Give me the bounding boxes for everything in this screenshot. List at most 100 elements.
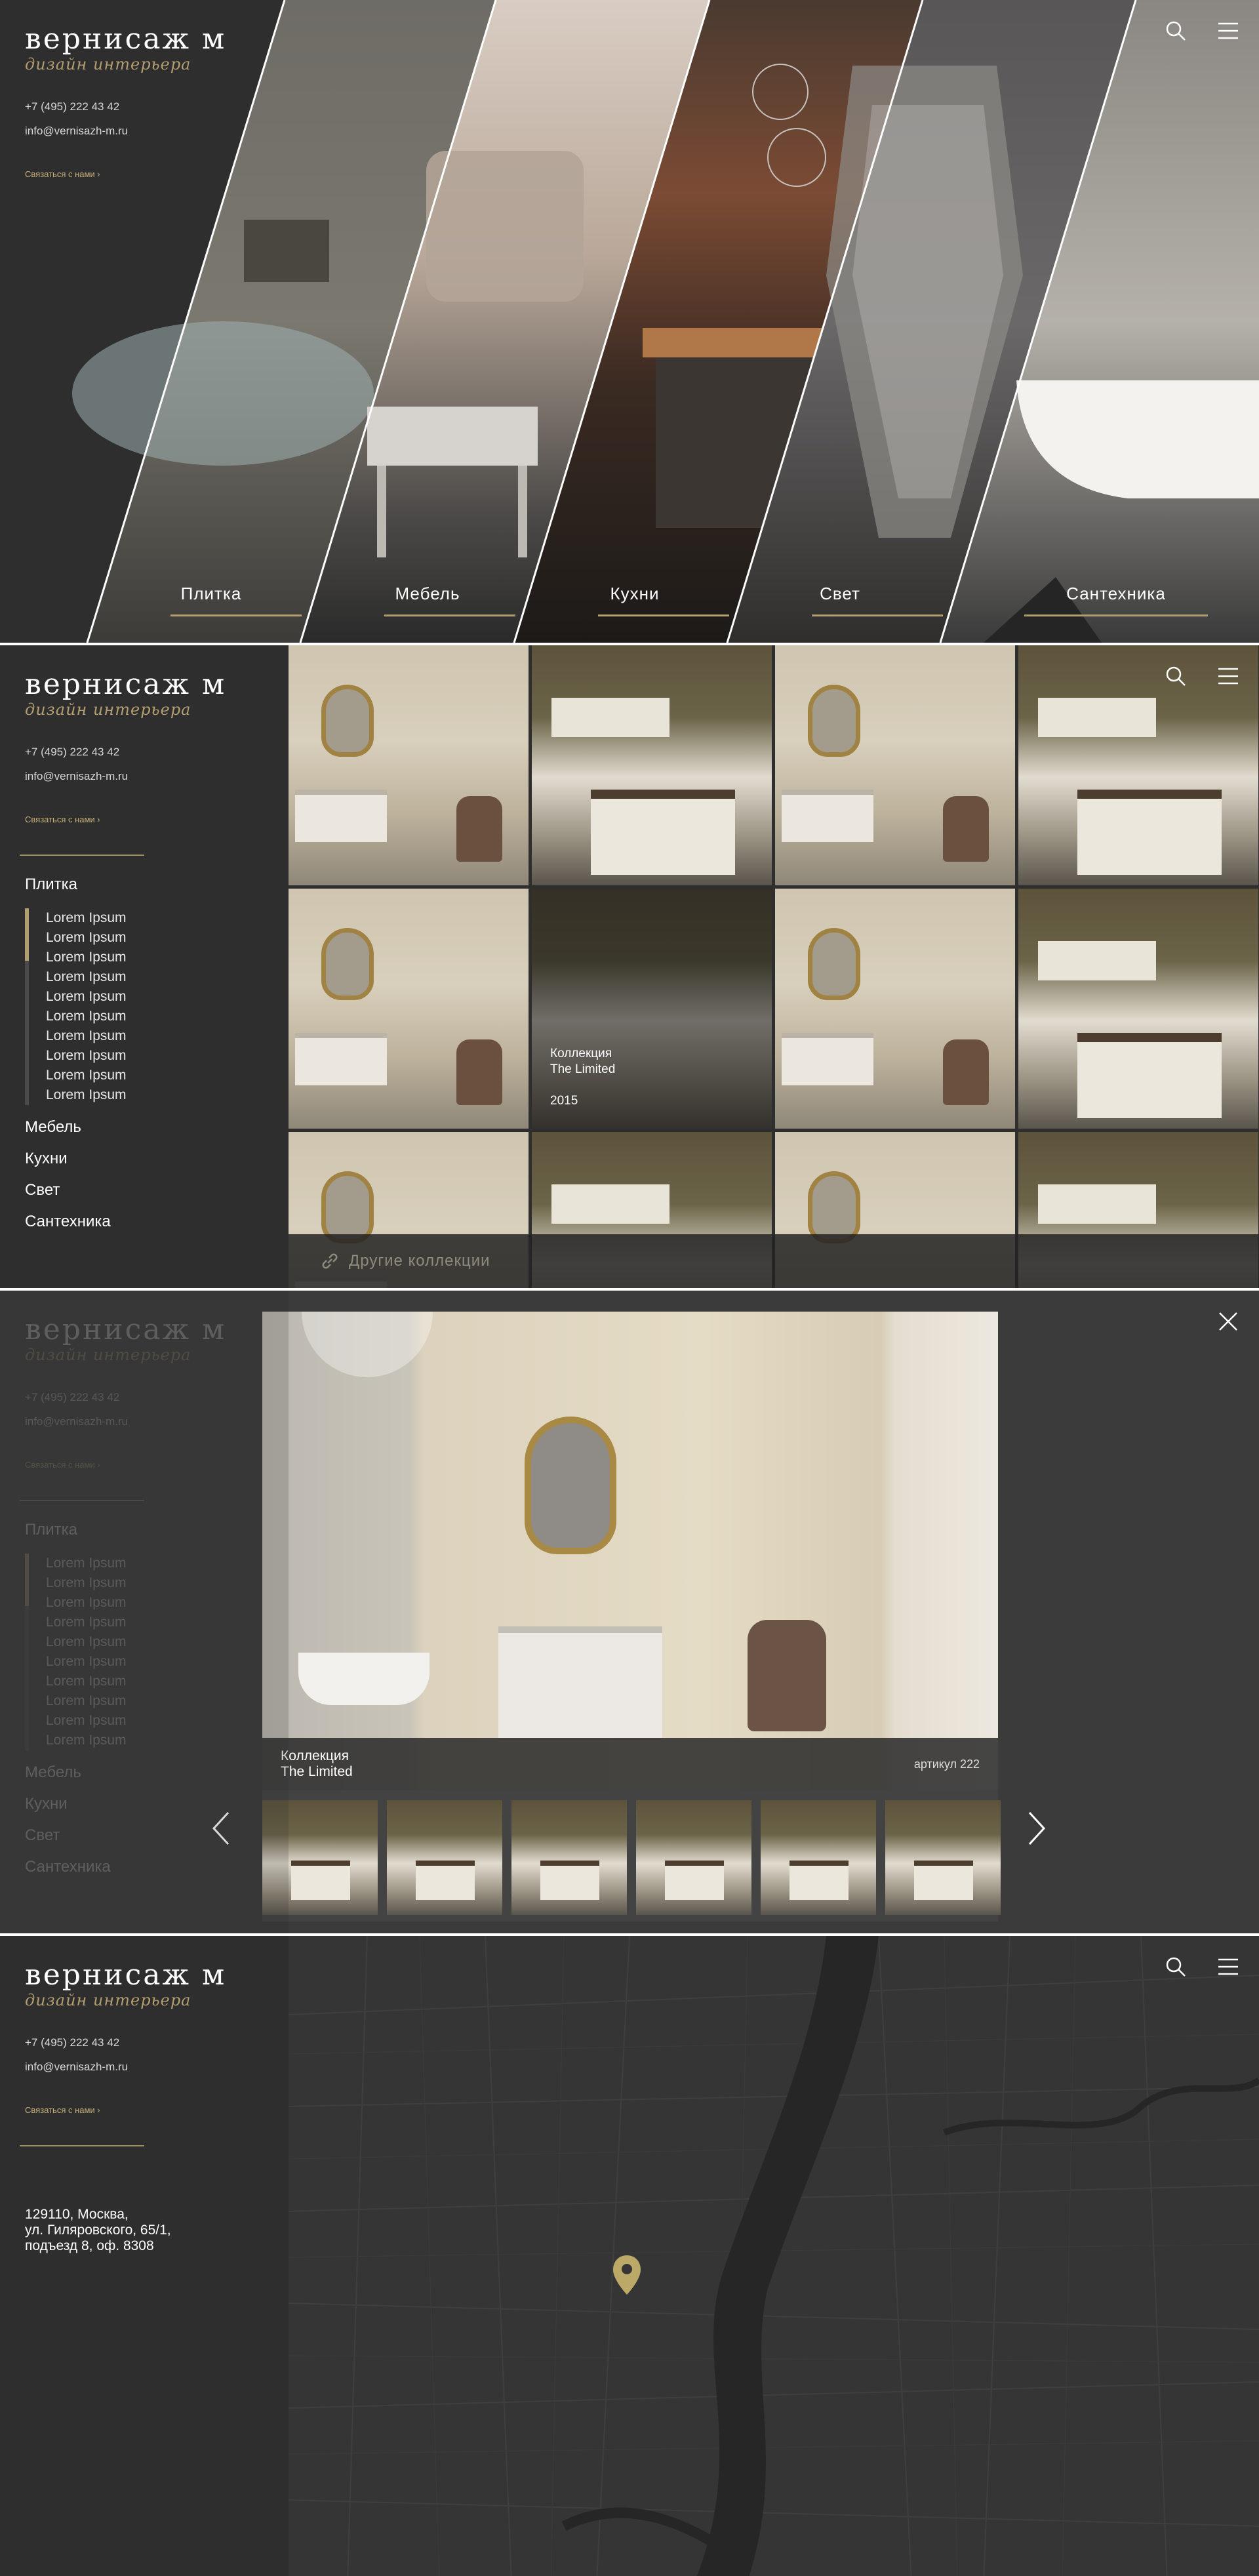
collection-tile-hovered[interactable]: Коллекция The Limited 2015 [532, 889, 772, 1129]
subcategory-item[interactable]: Lorem Ipsum [46, 1066, 289, 1085]
category-label[interactable]: Свет [820, 584, 860, 604]
subcategory-item[interactable]: Lorem Ipsum [46, 1007, 289, 1026]
email-address[interactable]: info@vernisazh-m.ru [25, 119, 275, 143]
collection-grid: Коллекция The Limited 2015 [289, 645, 1259, 1288]
tile-caption-year: 2015 [550, 1094, 578, 1108]
subcategory-item[interactable]: Lorem Ipsum [46, 928, 289, 948]
collection-tile[interactable] [289, 889, 529, 1129]
hamburger-menu-icon[interactable] [1217, 665, 1239, 687]
sidebar-dimmed: вернисаж м дизайн интерьера +7 (495) 222… [0, 1291, 289, 1933]
logo-subtitle: дизайн интерьера [25, 700, 191, 719]
nav-item-plumbing[interactable]: Сантехника [25, 1213, 289, 1231]
collection-tile[interactable] [1018, 889, 1258, 1129]
other-collections-bar[interactable]: Другие коллекции [289, 1234, 1259, 1288]
category-label[interactable]: Мебель [395, 584, 460, 604]
collection-tile[interactable] [775, 889, 1015, 1129]
nav-active-category[interactable]: Плитка [25, 875, 289, 894]
subcategory-item: Lorem Ipsum [46, 1733, 127, 1748]
search-icon[interactable] [1165, 1956, 1187, 1978]
other-collections-label[interactable]: Другие коллекции [349, 1252, 490, 1270]
product-image [321, 928, 374, 1000]
phone-number[interactable]: +7 (495) 222 43 42 [25, 2030, 289, 2055]
map-pin-icon[interactable] [612, 2254, 642, 2296]
subcategory-item[interactable]: Lorem Ipsum [46, 948, 289, 967]
hamburger-menu-icon[interactable] [1217, 20, 1239, 42]
office-address: 129110, Москва, ул. Гиляровского, 65/1, … [25, 2207, 289, 2254]
product-image [456, 1039, 502, 1105]
search-icon[interactable] [1165, 20, 1187, 42]
search-icon[interactable] [1165, 665, 1187, 687]
lightbox-article: артикул 222 [913, 1757, 980, 1771]
product-image [943, 1039, 989, 1105]
collection-tile[interactable] [289, 645, 529, 885]
logo-subtitle: дизайн интерьера [25, 1991, 191, 2009]
thumbnail[interactable] [761, 1800, 876, 1915]
contact-us-link[interactable]: Связаться с нами › [25, 2105, 100, 2115]
phone-number: +7 (495) 222 43 42 [25, 1391, 120, 1403]
product-image [591, 790, 735, 875]
collection-tile[interactable] [532, 645, 772, 885]
subcategory-item[interactable]: Lorem Ipsum [46, 1026, 289, 1046]
email-address[interactable]: info@vernisazh-m.ru [25, 2055, 289, 2079]
subcategory-item[interactable]: Lorem Ipsum [46, 908, 289, 928]
product-image [551, 1184, 669, 1224]
tile-caption-line2: The Limited [550, 1062, 616, 1076]
logo-subtitle: дизайн интерьера [25, 1346, 191, 1364]
thumbnail[interactable] [885, 1800, 1001, 1915]
nav-item-light: Свет [25, 1826, 60, 1844]
product-image [456, 796, 502, 862]
lightbox-main-image [262, 1312, 998, 1790]
chevron-right-icon[interactable] [1023, 1809, 1049, 1848]
product-image [665, 1861, 724, 1900]
contacts-block: +7 (495) 222 43 42 info@vernisazh-m.ru [25, 740, 289, 788]
product-image [302, 1312, 433, 1377]
logo-title[interactable]: вернисаж м [25, 670, 289, 699]
tile-caption: Коллекция The Limited 2015 [550, 1046, 615, 1109]
subcategory-item[interactable]: Lorem Ipsum [46, 967, 289, 987]
collection-tile[interactable] [775, 645, 1015, 885]
sidebar: вернисаж м дизайн интерьера +7 (495) 222… [0, 1936, 289, 2576]
address-line: ул. Гиляровского, 65/1, [25, 2223, 171, 2238]
category-label[interactable]: Сантехника [1066, 584, 1166, 604]
lightbox-collection-name: Коллекция The Limited [281, 1748, 353, 1780]
product-image [298, 1653, 430, 1705]
product-image [321, 685, 374, 757]
sidebar: вернисаж м дизайн интерьера +7 (495) 222… [0, 0, 275, 643]
address-line: подъезд 8, оф. 8308 [25, 2238, 154, 2253]
product-image [416, 1861, 475, 1900]
email-address[interactable]: info@vernisazh-m.ru [25, 764, 289, 788]
thumbnail[interactable] [387, 1800, 502, 1915]
location-map[interactable] [289, 1936, 1259, 2576]
phone-number[interactable]: +7 (495) 222 43 42 [25, 94, 275, 119]
product-image [1038, 1184, 1156, 1224]
subcategory-item[interactable]: Lorem Ipsum [46, 1046, 289, 1066]
contact-us-link[interactable]: Связаться с нами › [25, 169, 100, 179]
category-label[interactable]: Кухни [610, 584, 659, 604]
product-image [943, 796, 989, 862]
contact-us-link[interactable]: Связаться с нами › [25, 815, 100, 824]
nav-item-light[interactable]: Свет [25, 1181, 289, 1199]
contacts-block: +7 (495) 222 43 42 info@vernisazh-m.ru [25, 2030, 289, 2079]
subcategory-item[interactable]: Lorem Ipsum [46, 987, 289, 1007]
logo-title[interactable]: вернисаж м [25, 1961, 289, 1990]
thumbnail[interactable] [511, 1800, 627, 1915]
product-image [782, 1033, 873, 1085]
product-image [808, 685, 860, 757]
product-image [1077, 1033, 1222, 1118]
subcategory-list: Lorem Ipsum Lorem Ipsum Lorem Ipsum Lore… [25, 908, 289, 1105]
thumbnail[interactable] [636, 1800, 751, 1915]
product-image [321, 1171, 374, 1243]
phone-number[interactable]: +7 (495) 222 43 42 [25, 740, 289, 764]
subcategory-item: Lorem Ipsum [46, 1693, 127, 1708]
logo-title[interactable]: вернисаж м [25, 25, 275, 54]
subcategory-item: Lorem Ipsum [46, 1674, 127, 1689]
close-icon[interactable] [1217, 1310, 1239, 1333]
product-image [295, 1033, 387, 1085]
nav-item-kitchens[interactable]: Кухни [25, 1150, 289, 1168]
header-icons [1165, 665, 1239, 687]
logo-title: вернисаж м [25, 1313, 227, 1346]
gold-divider [20, 855, 144, 856]
hamburger-menu-icon[interactable] [1217, 1956, 1239, 1978]
subcategory-item[interactable]: Lorem Ipsum [46, 1085, 289, 1105]
nav-item-furniture[interactable]: Мебель [25, 1118, 289, 1137]
